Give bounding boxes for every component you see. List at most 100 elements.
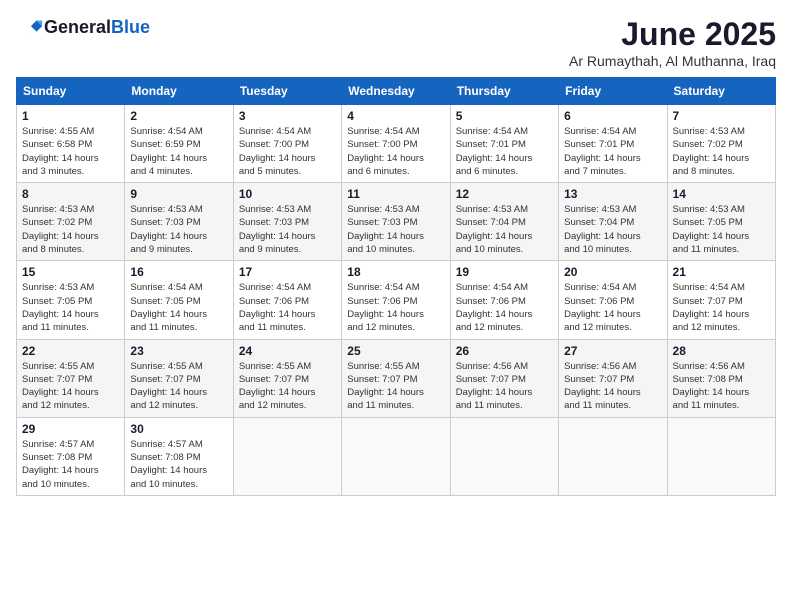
day-info: Sunrise: 4:54 AMSunset: 7:01 PMDaylight:… [564,125,661,178]
day-cell: 22 Sunrise: 4:55 AMSunset: 7:07 PMDaylig… [17,339,125,417]
day-number: 29 [22,422,119,436]
day-info: Sunrise: 4:54 AMSunset: 6:59 PMDaylight:… [130,125,227,178]
day-info: Sunrise: 4:54 AMSunset: 7:06 PMDaylight:… [239,281,336,334]
col-header-saturday: Saturday [667,78,775,105]
day-info: Sunrise: 4:54 AMSunset: 7:05 PMDaylight:… [130,281,227,334]
day-info: Sunrise: 4:55 AMSunset: 7:07 PMDaylight:… [239,360,336,413]
col-header-friday: Friday [559,78,667,105]
day-cell [450,417,558,495]
day-info: Sunrise: 4:54 AMSunset: 7:06 PMDaylight:… [347,281,444,334]
day-number: 26 [456,344,553,358]
day-number: 10 [239,187,336,201]
week-row-3: 15 Sunrise: 4:53 AMSunset: 7:05 PMDaylig… [17,261,776,339]
title-area: June 2025 Ar Rumaythah, Al Muthanna, Ira… [569,16,776,69]
day-info: Sunrise: 4:54 AMSunset: 7:06 PMDaylight:… [456,281,553,334]
day-number: 5 [456,109,553,123]
day-cell: 2 Sunrise: 4:54 AMSunset: 6:59 PMDayligh… [125,105,233,183]
day-cell: 27 Sunrise: 4:56 AMSunset: 7:07 PMDaylig… [559,339,667,417]
day-cell: 13 Sunrise: 4:53 AMSunset: 7:04 PMDaylig… [559,183,667,261]
day-cell: 28 Sunrise: 4:56 AMSunset: 7:08 PMDaylig… [667,339,775,417]
day-number: 30 [130,422,227,436]
col-header-thursday: Thursday [450,78,558,105]
logo-blue: Blue [111,17,150,38]
day-info: Sunrise: 4:53 AMSunset: 7:02 PMDaylight:… [673,125,770,178]
day-info: Sunrise: 4:53 AMSunset: 7:02 PMDaylight:… [22,203,119,256]
day-cell: 17 Sunrise: 4:54 AMSunset: 7:06 PMDaylig… [233,261,341,339]
col-header-tuesday: Tuesday [233,78,341,105]
day-info: Sunrise: 4:56 AMSunset: 7:08 PMDaylight:… [673,360,770,413]
day-cell: 15 Sunrise: 4:53 AMSunset: 7:05 PMDaylig… [17,261,125,339]
calendar-table: SundayMondayTuesdayWednesdayThursdayFrid… [16,77,776,496]
week-row-4: 22 Sunrise: 4:55 AMSunset: 7:07 PMDaylig… [17,339,776,417]
day-cell: 24 Sunrise: 4:55 AMSunset: 7:07 PMDaylig… [233,339,341,417]
day-number: 8 [22,187,119,201]
day-number: 21 [673,265,770,279]
location-title: Ar Rumaythah, Al Muthanna, Iraq [569,53,776,69]
day-cell: 6 Sunrise: 4:54 AMSunset: 7:01 PMDayligh… [559,105,667,183]
day-cell: 18 Sunrise: 4:54 AMSunset: 7:06 PMDaylig… [342,261,450,339]
day-number: 11 [347,187,444,201]
day-cell: 21 Sunrise: 4:54 AMSunset: 7:07 PMDaylig… [667,261,775,339]
day-cell: 1 Sunrise: 4:55 AMSunset: 6:58 PMDayligh… [17,105,125,183]
day-cell: 20 Sunrise: 4:54 AMSunset: 7:06 PMDaylig… [559,261,667,339]
day-number: 25 [347,344,444,358]
day-number: 16 [130,265,227,279]
day-cell: 30 Sunrise: 4:57 AMSunset: 7:08 PMDaylig… [125,417,233,495]
day-cell: 14 Sunrise: 4:53 AMSunset: 7:05 PMDaylig… [667,183,775,261]
day-cell [233,417,341,495]
day-info: Sunrise: 4:55 AMSunset: 6:58 PMDaylight:… [22,125,119,178]
day-cell: 25 Sunrise: 4:55 AMSunset: 7:07 PMDaylig… [342,339,450,417]
day-number: 19 [456,265,553,279]
day-number: 3 [239,109,336,123]
day-info: Sunrise: 4:56 AMSunset: 7:07 PMDaylight:… [564,360,661,413]
day-info: Sunrise: 4:53 AMSunset: 7:03 PMDaylight:… [130,203,227,256]
day-cell: 12 Sunrise: 4:53 AMSunset: 7:04 PMDaylig… [450,183,558,261]
col-header-sunday: Sunday [17,78,125,105]
day-cell: 10 Sunrise: 4:53 AMSunset: 7:03 PMDaylig… [233,183,341,261]
day-cell: 3 Sunrise: 4:54 AMSunset: 7:00 PMDayligh… [233,105,341,183]
day-number: 14 [673,187,770,201]
day-number: 18 [347,265,444,279]
day-info: Sunrise: 4:56 AMSunset: 7:07 PMDaylight:… [456,360,553,413]
day-number: 12 [456,187,553,201]
col-header-wednesday: Wednesday [342,78,450,105]
day-number: 20 [564,265,661,279]
day-number: 15 [22,265,119,279]
day-number: 1 [22,109,119,123]
calendar-header-row: SundayMondayTuesdayWednesdayThursdayFrid… [17,78,776,105]
day-cell: 4 Sunrise: 4:54 AMSunset: 7:00 PMDayligh… [342,105,450,183]
day-info: Sunrise: 4:53 AMSunset: 7:05 PMDaylight:… [22,281,119,334]
day-cell: 23 Sunrise: 4:55 AMSunset: 7:07 PMDaylig… [125,339,233,417]
day-cell [667,417,775,495]
logo-general: General [44,17,111,38]
logo-icon [16,16,44,38]
day-number: 22 [22,344,119,358]
day-info: Sunrise: 4:54 AMSunset: 7:01 PMDaylight:… [456,125,553,178]
day-info: Sunrise: 4:53 AMSunset: 7:05 PMDaylight:… [673,203,770,256]
day-info: Sunrise: 4:57 AMSunset: 7:08 PMDaylight:… [130,438,227,491]
day-number: 24 [239,344,336,358]
day-cell: 26 Sunrise: 4:56 AMSunset: 7:07 PMDaylig… [450,339,558,417]
day-cell: 5 Sunrise: 4:54 AMSunset: 7:01 PMDayligh… [450,105,558,183]
header: GeneralBlue June 2025 Ar Rumaythah, Al M… [16,16,776,69]
day-number: 7 [673,109,770,123]
day-cell: 19 Sunrise: 4:54 AMSunset: 7:06 PMDaylig… [450,261,558,339]
week-row-2: 8 Sunrise: 4:53 AMSunset: 7:02 PMDayligh… [17,183,776,261]
col-header-monday: Monday [125,78,233,105]
week-row-1: 1 Sunrise: 4:55 AMSunset: 6:58 PMDayligh… [17,105,776,183]
day-info: Sunrise: 4:53 AMSunset: 7:03 PMDaylight:… [239,203,336,256]
day-info: Sunrise: 4:57 AMSunset: 7:08 PMDaylight:… [22,438,119,491]
day-cell [342,417,450,495]
day-info: Sunrise: 4:55 AMSunset: 7:07 PMDaylight:… [22,360,119,413]
day-info: Sunrise: 4:55 AMSunset: 7:07 PMDaylight:… [130,360,227,413]
week-row-5: 29 Sunrise: 4:57 AMSunset: 7:08 PMDaylig… [17,417,776,495]
day-cell: 11 Sunrise: 4:53 AMSunset: 7:03 PMDaylig… [342,183,450,261]
day-info: Sunrise: 4:53 AMSunset: 7:03 PMDaylight:… [347,203,444,256]
day-number: 4 [347,109,444,123]
day-cell [559,417,667,495]
day-cell: 29 Sunrise: 4:57 AMSunset: 7:08 PMDaylig… [17,417,125,495]
day-number: 9 [130,187,227,201]
day-number: 6 [564,109,661,123]
day-number: 27 [564,344,661,358]
day-info: Sunrise: 4:54 AMSunset: 7:07 PMDaylight:… [673,281,770,334]
